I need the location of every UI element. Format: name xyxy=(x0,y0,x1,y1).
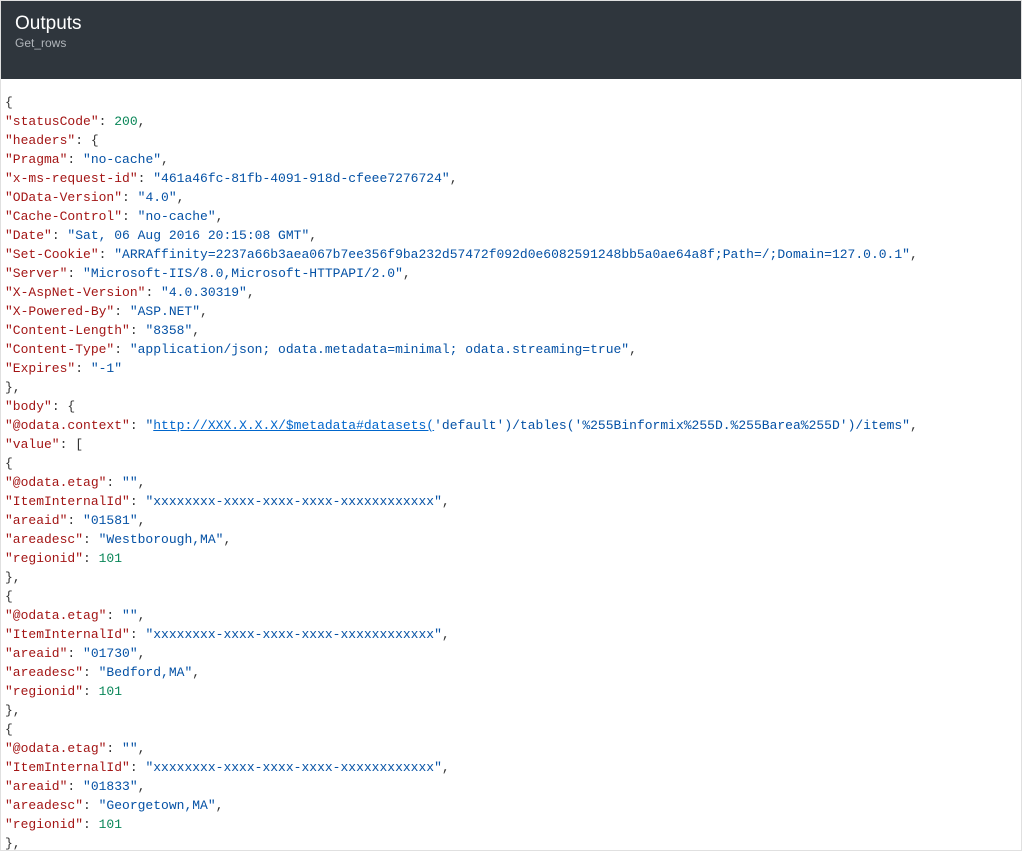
json-line: "body": { xyxy=(5,397,1017,416)
json-line: }, xyxy=(5,701,1017,720)
json-line: }, xyxy=(5,568,1017,587)
json-line: "Expires": "-1" xyxy=(5,359,1017,378)
json-line: "ItemInternalId": "xxxxxxxx-xxxx-xxxx-xx… xyxy=(5,492,1017,511)
json-line: "X-AspNet-Version": "4.0.30319", xyxy=(5,283,1017,302)
json-line: "areadesc": "Westborough,MA", xyxy=(5,530,1017,549)
json-line: { xyxy=(5,454,1017,473)
json-line: "areaid": "01730", xyxy=(5,644,1017,663)
json-line: { xyxy=(5,587,1017,606)
odata-context-link[interactable]: http://XXX.X.X.X/$metadata#datasets( xyxy=(153,418,434,433)
json-line: "Date": "Sat, 06 Aug 2016 20:15:08 GMT", xyxy=(5,226,1017,245)
json-line: "x-ms-request-id": "461a46fc-81fb-4091-9… xyxy=(5,169,1017,188)
json-line: "Pragma": "no-cache", xyxy=(5,150,1017,169)
json-line: "regionid": 101 xyxy=(5,549,1017,568)
json-line: "@odata.etag": "", xyxy=(5,606,1017,625)
json-line: "headers": { xyxy=(5,131,1017,150)
json-line: "Content-Type": "application/json; odata… xyxy=(5,340,1017,359)
json-line: "ItemInternalId": "xxxxxxxx-xxxx-xxxx-xx… xyxy=(5,758,1017,777)
json-line: "regionid": 101 xyxy=(5,815,1017,834)
json-line: "Content-Length": "8358", xyxy=(5,321,1017,340)
json-line: "regionid": 101 xyxy=(5,682,1017,701)
json-line: "@odata.etag": "", xyxy=(5,739,1017,758)
panel-header: Outputs Get_rows xyxy=(1,1,1021,79)
json-line: "areadesc": "Georgetown,MA", xyxy=(5,796,1017,815)
panel-title: Outputs xyxy=(15,13,1007,35)
json-line: "Set-Cookie": "ARRAffinity=2237a66b3aea0… xyxy=(5,245,1017,264)
json-line: "ItemInternalId": "xxxxxxxx-xxxx-xxxx-xx… xyxy=(5,625,1017,644)
json-line: "@odata.etag": "", xyxy=(5,473,1017,492)
json-output-body: { "statusCode": 200, "headers": { "Pragm… xyxy=(1,79,1021,853)
panel-subtitle: Get_rows xyxy=(15,36,1007,50)
json-line: "areaid": "01833", xyxy=(5,777,1017,796)
json-line: "areaid": "01581", xyxy=(5,511,1017,530)
json-line: }, xyxy=(5,378,1017,397)
json-line: "areadesc": "Bedford,MA", xyxy=(5,663,1017,682)
json-line: "statusCode": 200, xyxy=(5,112,1017,131)
json-line: "Cache-Control": "no-cache", xyxy=(5,207,1017,226)
json-line: "OData-Version": "4.0", xyxy=(5,188,1017,207)
json-line: { xyxy=(5,93,1017,112)
json-line: "X-Powered-By": "ASP.NET", xyxy=(5,302,1017,321)
json-line: "@odata.context": "http://XXX.X.X.X/$met… xyxy=(5,416,1017,435)
json-line: }, xyxy=(5,834,1017,853)
json-line: { xyxy=(5,720,1017,739)
json-line: "value": [ xyxy=(5,435,1017,454)
json-line: "Server": "Microsoft-IIS/8.0,Microsoft-H… xyxy=(5,264,1017,283)
